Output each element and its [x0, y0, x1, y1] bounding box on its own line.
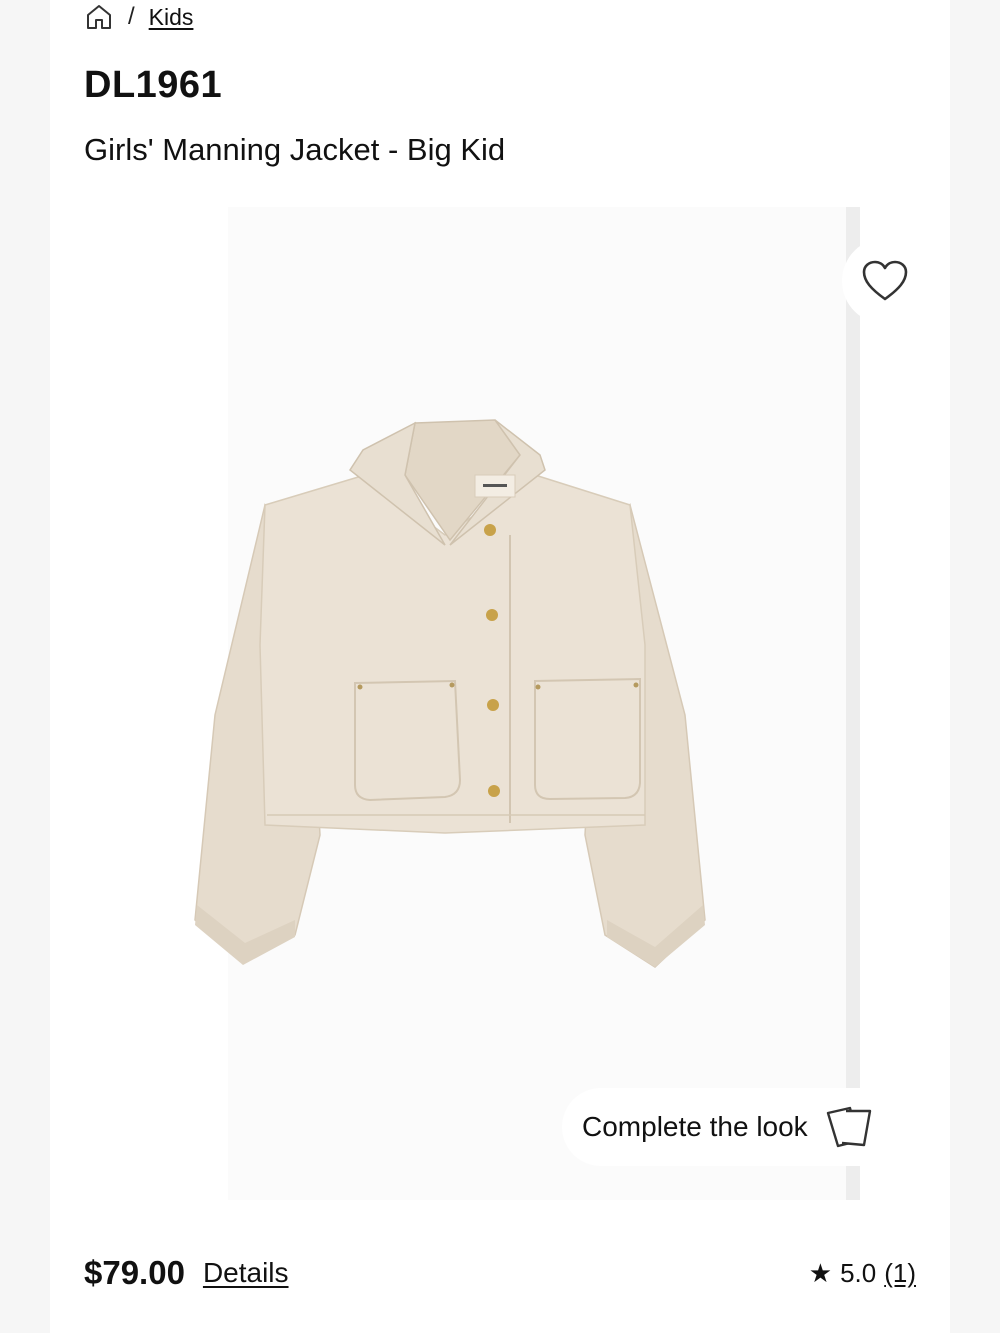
heart-outline-icon [862, 260, 908, 301]
breadcrumb: / Kids [84, 0, 193, 34]
jacket-product-image [194, 419, 706, 968]
home-icon[interactable] [84, 2, 114, 32]
brand-name[interactable]: DL1961 [84, 64, 222, 107]
product-footer: $79.00 Details ★ 5.0 (1) [84, 1245, 916, 1301]
breadcrumb-link-kids[interactable]: Kids [149, 4, 194, 31]
favorite-button[interactable] [842, 238, 928, 324]
breadcrumb-separator: / [128, 3, 135, 30]
review-count[interactable]: (1) [884, 1258, 916, 1289]
product-price: $79.00 [84, 1254, 185, 1291]
product-rating[interactable]: ★ 5.0 (1) [809, 1258, 916, 1289]
complete-the-look-label: Complete the look [582, 1111, 808, 1142]
cards-icon [826, 1106, 871, 1148]
product-title: Girls' Manning Jacket - Big Kid [84, 132, 506, 167]
product-page: / Kids DL1961 Girls' Manning Jacket - Bi… [50, 0, 950, 1333]
rating-score: 5.0 [840, 1257, 877, 1288]
details-link[interactable]: Details [203, 1257, 289, 1289]
complete-the-look-button[interactable]: Complete the look [562, 1088, 942, 1166]
star-icon: ★ [808, 1257, 833, 1288]
gallery-scrollbar[interactable] [846, 207, 860, 1200]
